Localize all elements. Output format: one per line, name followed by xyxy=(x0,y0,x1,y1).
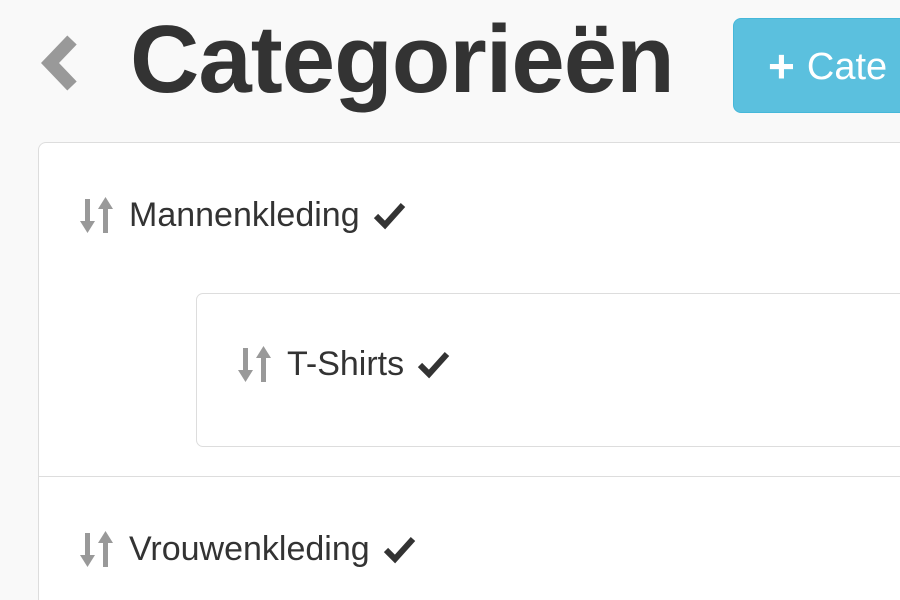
back-link[interactable] xyxy=(38,28,90,98)
chevron-left-icon xyxy=(41,35,77,91)
subcategory-item[interactable]: T-Shirts xyxy=(237,338,450,390)
check-icon xyxy=(373,202,405,230)
sort-arrows-icon[interactable] xyxy=(79,529,119,569)
plus-icon: + xyxy=(768,39,795,92)
sort-arrows-icon[interactable] xyxy=(237,344,277,384)
category-tree: Mannenkleding T-Shirts Vrouwenkleding xyxy=(38,142,900,600)
add-category-button[interactable]: + Cate xyxy=(733,18,900,113)
row-divider xyxy=(39,476,900,477)
subcategory-label: T-Shirts xyxy=(287,344,405,383)
category-item[interactable]: Mannenkleding xyxy=(79,189,406,241)
category-label: Vrouwenkleding xyxy=(129,529,370,568)
sort-arrows-icon[interactable] xyxy=(79,195,119,235)
category-item[interactable]: Vrouwenkleding xyxy=(79,523,416,575)
check-icon xyxy=(418,351,450,379)
subcategory-panel: T-Shirts xyxy=(196,293,900,447)
category-label: Mannenkleding xyxy=(129,195,360,234)
add-category-button-label: Cate xyxy=(806,45,888,88)
categories-page: Categorieën + Cate Mannenkleding T-Shirt… xyxy=(0,0,900,600)
check-icon xyxy=(383,536,415,564)
page-title: Categorieën xyxy=(130,6,675,113)
